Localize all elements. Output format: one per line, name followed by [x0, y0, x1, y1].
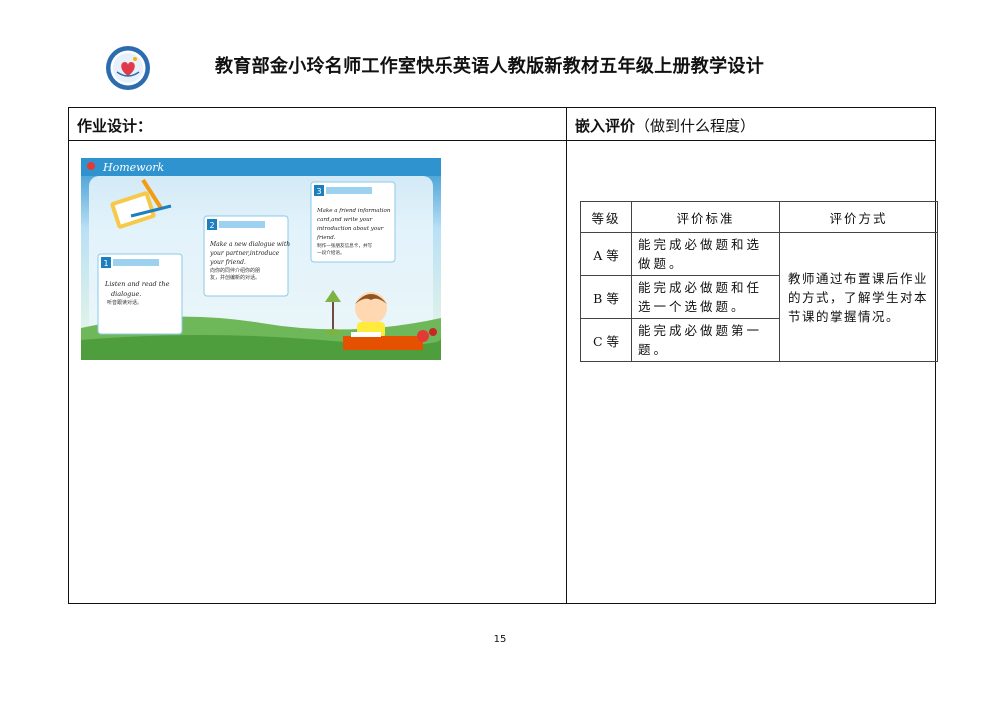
method-cell: 教师通过布置课后作业的方式，了解学生对本节课的掌握情况。 [779, 232, 938, 362]
task-chinese-text: 制作一张朋友信息卡，并写 [317, 242, 373, 249]
task-chinese-text: 友，并创编新的对话。 [210, 274, 260, 281]
task-text: dialogue. [111, 290, 141, 298]
task-text: introduction about your [317, 226, 384, 232]
design-table: 作业设计： 嵌入评价（做到什么程度） Homework 1 Listen and… [68, 107, 938, 604]
studio-seal-logo-icon [106, 46, 150, 90]
evaluation-table: 等级 评价标准 评价方式 A 等 能完成必做题和选做题。 教师通过布置课后作业的… [580, 201, 938, 362]
method-column-header: 评价方式 [779, 201, 938, 233]
task-number-badge: 1 [104, 259, 109, 268]
grade-cell: A 等 [580, 232, 632, 276]
task-number-badge: 2 [210, 221, 215, 230]
task-text: your friend. [209, 259, 246, 266]
document-title: 教育部金小玲名师工作室快乐英语人教版新教材五年级上册教学设计 [215, 56, 764, 77]
standard-cell: 能完成必做题和任选一个选做题。 [631, 275, 780, 319]
task-text: Make a new dialogue with [209, 241, 290, 248]
task-text: Listen and read the [104, 280, 170, 288]
mushroom-icon [417, 330, 429, 342]
task-chinese-text: 一段介绍语。 [317, 249, 345, 256]
homework-slide: Homework 1 Listen and read the dialogue.… [81, 158, 441, 360]
embedded-evaluation-note: （做到什么程度） [635, 117, 756, 135]
task-text: your partner,introduce [209, 250, 280, 257]
header-divider [69, 140, 935, 141]
table-row: A 等 能完成必做题和选做题。 教师通过布置课后作业的方式，了解学生对本节课的掌… [580, 232, 938, 362]
page-number: 15 [493, 634, 507, 645]
standard-cell: 能完成必做题和选做题。 [631, 232, 780, 276]
standard-cell: 能完成必做题第一题。 [631, 318, 780, 362]
grade-column-header: 等级 [580, 201, 632, 233]
task-text: Make a friend information [316, 208, 391, 214]
task-number-badge: 3 [317, 187, 322, 196]
flower-icon [87, 162, 95, 170]
grade-cell: B 等 [580, 275, 632, 319]
homework-design-heading: 作业设计： [77, 117, 153, 135]
embedded-evaluation-heading: 嵌入评价（做到什么程度） [575, 115, 755, 136]
slide-title: Homework [102, 161, 164, 174]
column-divider [566, 108, 567, 603]
standard-column-header: 评价标准 [631, 201, 780, 233]
grade-cell: C 等 [580, 318, 632, 362]
task-chinese-text: 向你的同伴介绍你的朋 [210, 267, 260, 274]
task-text: friend. [316, 235, 336, 241]
task-chinese-text: 听音跟读对话。 [107, 299, 142, 306]
embedded-evaluation-label: 嵌入评价 [575, 117, 636, 135]
task-text: card,and write your [317, 217, 373, 223]
